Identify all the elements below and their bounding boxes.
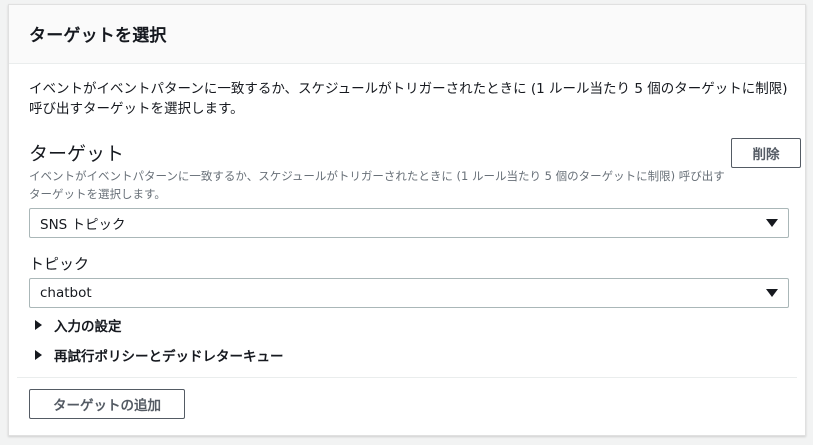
panel-description: イベントがイベントパターンに一致するか、スケジュールがトリガーされたときに (1… [29,81,788,117]
target-label: ターゲット [29,143,125,165]
caret-down-icon [766,219,778,227]
delete-button-label: 削除 [752,147,780,163]
add-target-label: ターゲットの追加 [53,398,161,414]
target-hint: イベントがイベントパターンに一致するか、スケジュールがトリガーされたときに (1… [29,169,725,201]
topic-label: トピック [29,255,90,273]
delete-button[interactable]: 削除 [731,138,801,168]
divider [17,377,797,378]
add-target-button[interactable]: ターゲットの追加 [29,389,185,419]
target-type-value: SNS トピック [40,217,126,233]
expand-right-icon [35,350,42,360]
panel-title: ターゲットを選択 [29,26,167,46]
topic-select[interactable]: chatbot [29,278,789,308]
input-settings-label: 入力の設定 [54,319,122,335]
retry-policy-expander[interactable]: 再試行ポリシーとデッドレターキュー [35,345,284,365]
target-type-select[interactable]: SNS トピック [29,208,789,238]
caret-down-icon [766,289,778,297]
topic-value: chatbot [40,285,92,301]
retry-policy-label: 再試行ポリシーとデッドレターキュー [54,349,284,365]
select-targets-panel: ターゲットを選択 イベントがイベントパターンに一致するか、スケジュールがトリガー… [8,4,806,436]
panel-header: ターゲットを選択 [9,5,805,64]
expand-right-icon [35,320,42,330]
input-settings-expander[interactable]: 入力の設定 [35,315,122,335]
